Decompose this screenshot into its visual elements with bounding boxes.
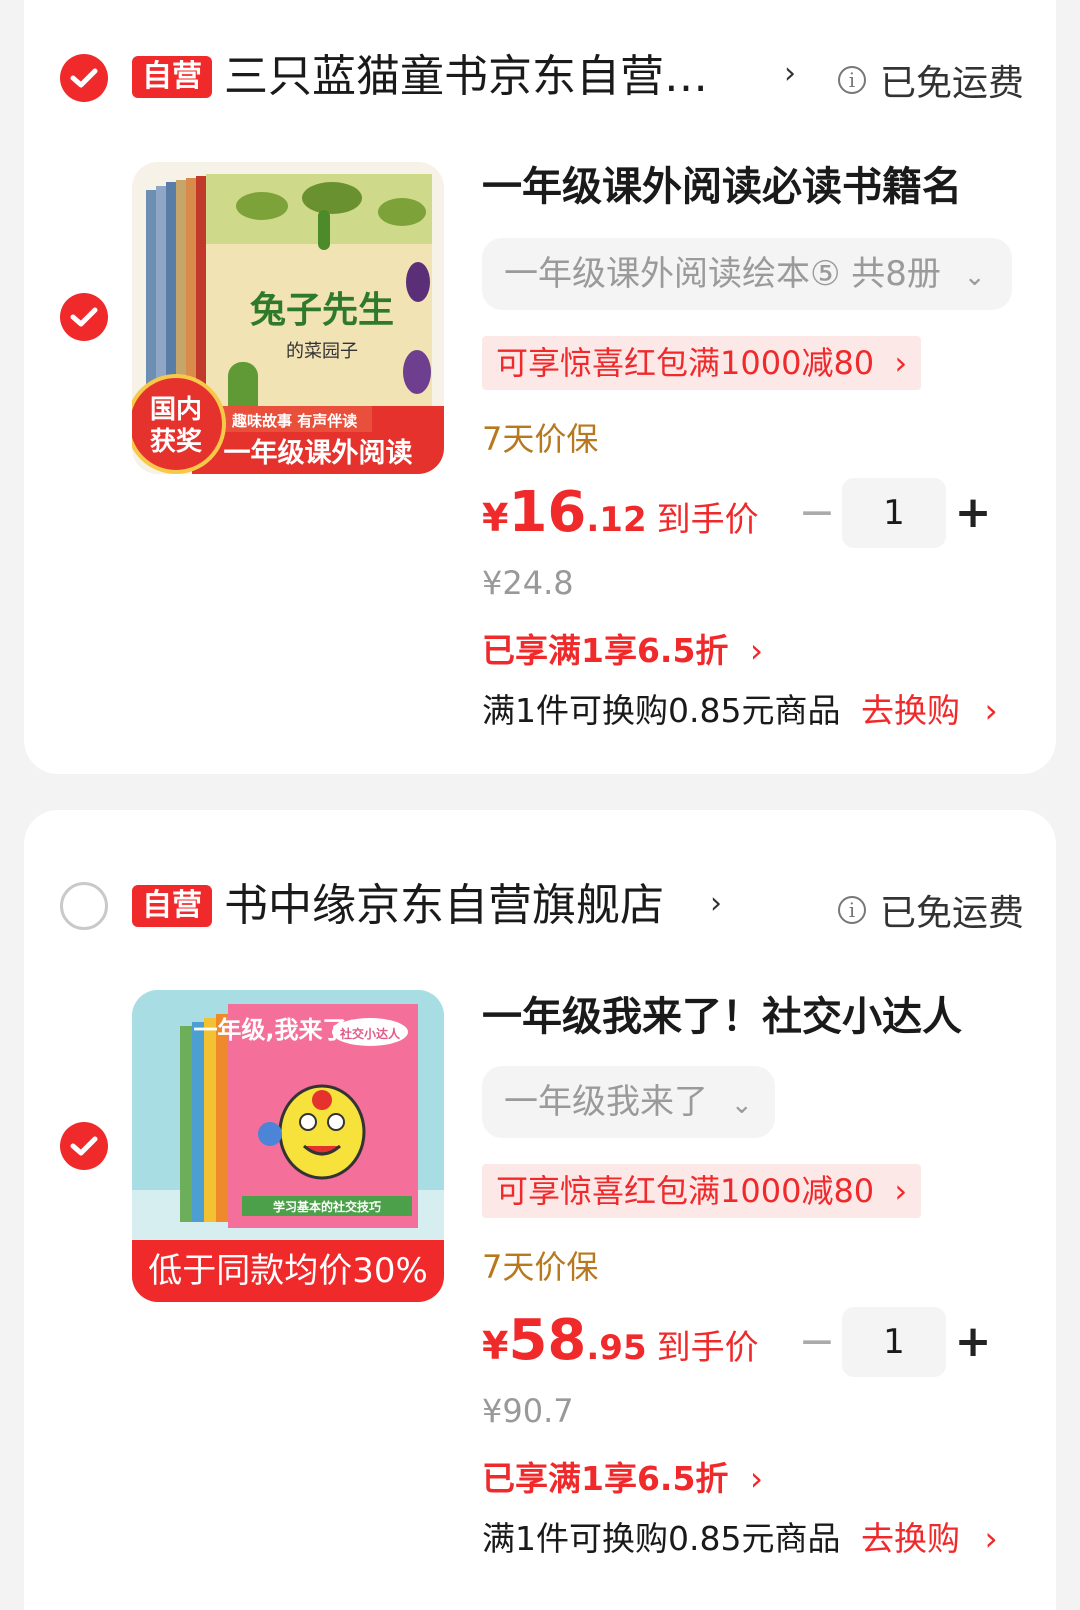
shop-select-checkbox-2[interactable] <box>60 882 108 930</box>
shipping-info[interactable]: i 已免运费 <box>838 54 1024 106</box>
quantity-input[interactable]: 1 <box>842 478 946 548</box>
product-title[interactable]: 一年级课外阅读必读书籍名 <box>482 160 962 214</box>
original-price: ¥90.7 <box>482 1392 574 1430</box>
price-integer: 58 <box>508 1308 587 1373</box>
swap-link[interactable]: 去换购 <box>861 691 960 730</box>
price-label: 到手价 <box>656 1328 759 1368</box>
price-decimal: .95 <box>586 1328 647 1368</box>
price-label: 到手价 <box>656 500 759 540</box>
banner-bottom: 一年级课外阅读 <box>224 437 413 469</box>
chevron-right-icon[interactable]: › <box>984 691 997 730</box>
quantity-decrease-button[interactable]: − <box>792 478 842 548</box>
discount-link[interactable]: 已享满1享6.5折 › <box>482 624 763 672</box>
shop-select-checkbox-1[interactable] <box>60 54 108 102</box>
price-guarantee: 7天价保 <box>482 1248 599 1286</box>
info-icon: i <box>838 66 866 94</box>
self-operated-badge: 自营 <box>132 885 212 927</box>
book-title: 兔子先生 <box>250 289 394 331</box>
spec-label: 一年级课外阅读绘本⑤ 共8册 <box>504 254 941 294</box>
product-image[interactable]: 一年级,我来了！ 社交小达人 学习基本的社交技巧 低于同款均价30% <box>132 990 444 1302</box>
discount-link[interactable]: 已享满1享6.5折 › <box>482 1452 763 1500</box>
swap-text: 满1件可换购0.85元商品 <box>482 1519 841 1558</box>
chevron-right-icon[interactable]: › <box>784 56 796 91</box>
swap-link[interactable]: 去换购 <box>861 1519 960 1558</box>
chevron-down-icon: ⌄ <box>730 1090 753 1120</box>
discount-label: 已享满1享6.5折 <box>482 631 729 670</box>
quantity-decrease-button[interactable]: − <box>792 1307 842 1377</box>
banner-top: 趣味故事 有声伴读 <box>231 412 357 430</box>
item-select-checkbox-2[interactable] <box>60 1122 108 1170</box>
price-compare-ribbon: 低于同款均价30% <box>132 1240 444 1302</box>
coupon-tag[interactable]: 可享惊喜红包满1000减80 › <box>482 1164 922 1218</box>
book-bubble: 社交小达人 <box>339 1026 401 1041</box>
award-line-1: 国内 <box>150 395 202 425</box>
coupon-tag[interactable]: 可享惊喜红包满1000减80 › <box>482 336 922 390</box>
final-price: ¥58.95 到手价 <box>482 1308 759 1373</box>
item-select-checkbox-1[interactable] <box>60 293 108 341</box>
final-price: ¥16.12 到手价 <box>482 480 759 545</box>
chevron-right-icon[interactable]: › <box>710 886 722 921</box>
chevron-down-icon: ⌄ <box>963 262 986 292</box>
coupon-label: 可享惊喜红包满1000减80 <box>496 1172 875 1210</box>
shop-name[interactable]: 三只蓝猫童书京东自营… <box>224 49 708 105</box>
coupon-label: 可享惊喜红包满1000减80 <box>496 344 875 382</box>
chevron-right-icon: › <box>749 1459 764 1498</box>
price-integer: 16 <box>508 480 587 545</box>
currency-symbol: ¥ <box>482 496 509 540</box>
award-line-2: 获奖 <box>150 426 203 457</box>
chevron-right-icon: › <box>749 631 764 670</box>
info-icon: i <box>838 896 866 924</box>
price-guarantee: 7天价保 <box>482 420 599 458</box>
self-operated-badge: 自营 <box>132 56 212 98</box>
quantity-increase-button[interactable]: + <box>948 478 998 548</box>
price-decimal: .12 <box>586 500 647 540</box>
swap-purchase: 满1件可换购0.85元商品 去换购 › <box>482 1512 998 1560</box>
swap-purchase: 满1件可换购0.85元商品 去换购 › <box>482 684 998 732</box>
discount-label: 已享满1享6.5折 <box>482 1459 729 1498</box>
product-title[interactable]: 一年级我来了！社交小达人 <box>482 990 962 1044</box>
shop-name[interactable]: 书中缘京东自营旗舰店 <box>224 878 664 934</box>
swap-text: 满1件可换购0.85元商品 <box>482 691 841 730</box>
shop-card-1: 自营 三只蓝猫童书京东自营… › i 已免运费 兔子先生 的菜园子 趣味故事 有… <box>24 0 1056 774</box>
product-image[interactable]: 兔子先生 的菜园子 趣味故事 有声伴读 一年级课外阅读 国内 获奖 <box>132 162 444 474</box>
quantity-increase-button[interactable]: + <box>948 1307 998 1377</box>
original-price: ¥24.8 <box>482 564 574 602</box>
currency-symbol: ¥ <box>482 1324 509 1368</box>
spec-selector[interactable]: 一年级我来了 ⌄ <box>482 1066 775 1138</box>
shipping-label: 已免运费 <box>880 893 1025 934</box>
chevron-right-icon: › <box>894 1172 908 1210</box>
spec-label: 一年级我来了 <box>504 1082 708 1122</box>
spec-selector[interactable]: 一年级课外阅读绘本⑤ 共8册 ⌄ <box>482 238 1012 310</box>
chevron-right-icon[interactable]: › <box>984 1519 997 1558</box>
chevron-right-icon: › <box>894 344 908 382</box>
shipping-info[interactable]: i 已免运费 <box>838 884 1024 936</box>
book-subtitle: 的菜园子 <box>286 341 358 362</box>
book-footer: 学习基本的社交技巧 <box>273 1199 381 1214</box>
shipping-label: 已免运费 <box>880 63 1025 104</box>
quantity-input[interactable]: 1 <box>842 1307 946 1377</box>
shop-card-2: 自营 书中缘京东自营旗舰店 › i 已免运费 一年级,我来了！ 社交小达人 学习… <box>24 810 1056 1610</box>
